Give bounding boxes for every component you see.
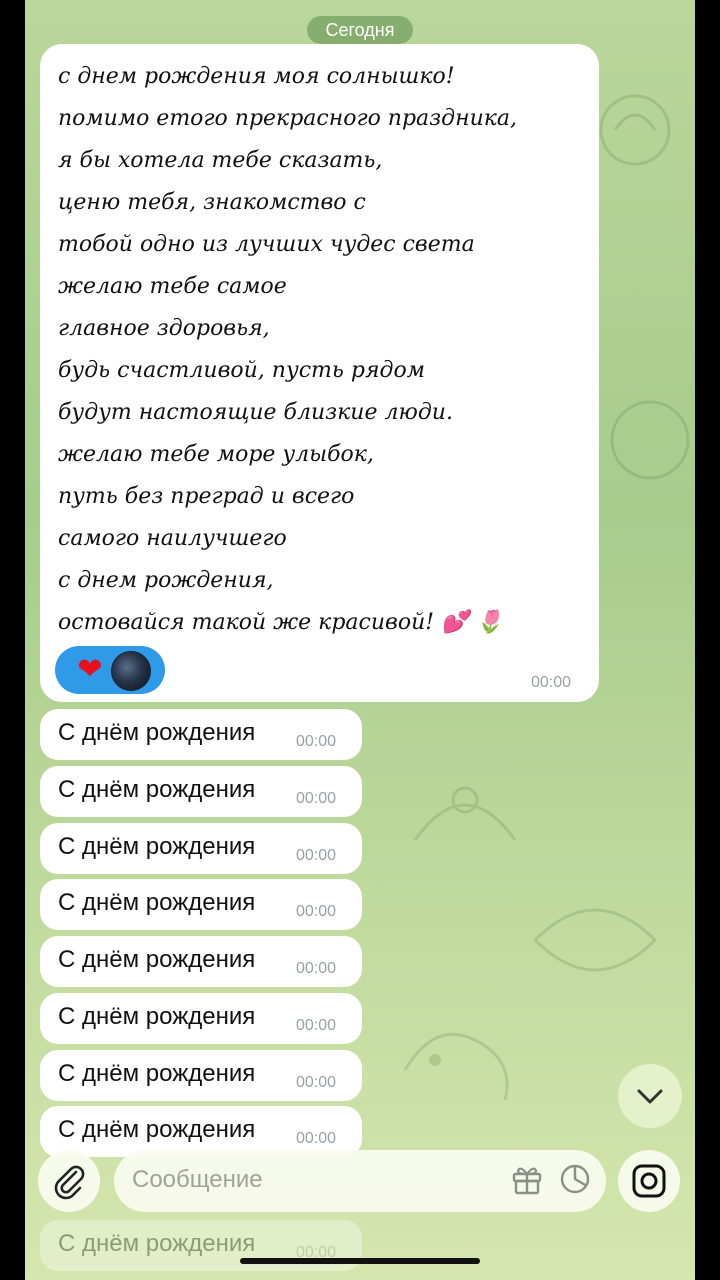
doodle-pattern (610, 400, 690, 480)
doodle-pattern (533, 908, 658, 972)
message-input-placeholder: Сообщение (132, 1166, 263, 1193)
message-bubble[interactable]: С днём рождения 00:00 (40, 936, 362, 987)
message-text-long: с днем рождения моя солнышко! помимо ето… (58, 64, 518, 635)
message-time: 00:00 (296, 733, 337, 750)
message-text: С днём рождения (58, 719, 256, 746)
reactor-avatar[interactable] (111, 651, 151, 691)
message-bubble[interactable]: С днём рождения 00:00 (40, 766, 362, 817)
message-text: С днём рождения (58, 1003, 256, 1030)
message-bubble[interactable]: С днём рождения 00:00 (40, 1050, 362, 1101)
message-time: 00:00 (296, 960, 337, 977)
doodle-pattern (413, 786, 517, 841)
message-time: 00:00 (296, 847, 337, 864)
scroll-down-button[interactable] (618, 1064, 682, 1128)
message-bubble[interactable]: С днём рождения 00:00 (40, 709, 362, 760)
message-time: 00:00 (296, 1017, 337, 1034)
date-separator: Сегодня (307, 16, 413, 44)
sticker-icon[interactable] (558, 1162, 592, 1196)
attach-button[interactable] (38, 1150, 100, 1212)
message-time: 00:00 (296, 1074, 337, 1091)
paperclip-icon (54, 1165, 85, 1200)
doodle-pattern (599, 94, 671, 166)
message-bubble[interactable]: С днём рождения 00:00 (40, 879, 362, 930)
message-text: С днём рождения (58, 1230, 256, 1257)
message-text: С днём рождения (58, 889, 256, 916)
message-time: 00:00 (296, 1130, 337, 1147)
message-time: 00:00 (296, 790, 337, 807)
message-time: 00:00 (296, 903, 337, 920)
message-text: С днём рождения (58, 833, 256, 860)
heart-reaction-icon[interactable]: ❤ (72, 652, 108, 688)
message-text: С днём рождения (58, 1060, 256, 1087)
camera-button[interactable] (618, 1150, 680, 1212)
home-indicator (240, 1258, 480, 1264)
message-bubble[interactable]: С днём рождения 00:00 (40, 823, 362, 874)
message-text: С днём рождения (58, 776, 256, 803)
gift-icon[interactable] (510, 1162, 544, 1196)
message-text: С днём рождения (58, 946, 256, 973)
message-time: 00:00 (531, 674, 572, 691)
camera-icon (632, 1164, 666, 1198)
message-text: С днём рождения (58, 1116, 256, 1143)
message-bubble[interactable]: С днём рождения 00:00 (40, 993, 362, 1044)
doodle-pattern (403, 1032, 509, 1101)
chevron-down-icon (637, 1089, 663, 1104)
